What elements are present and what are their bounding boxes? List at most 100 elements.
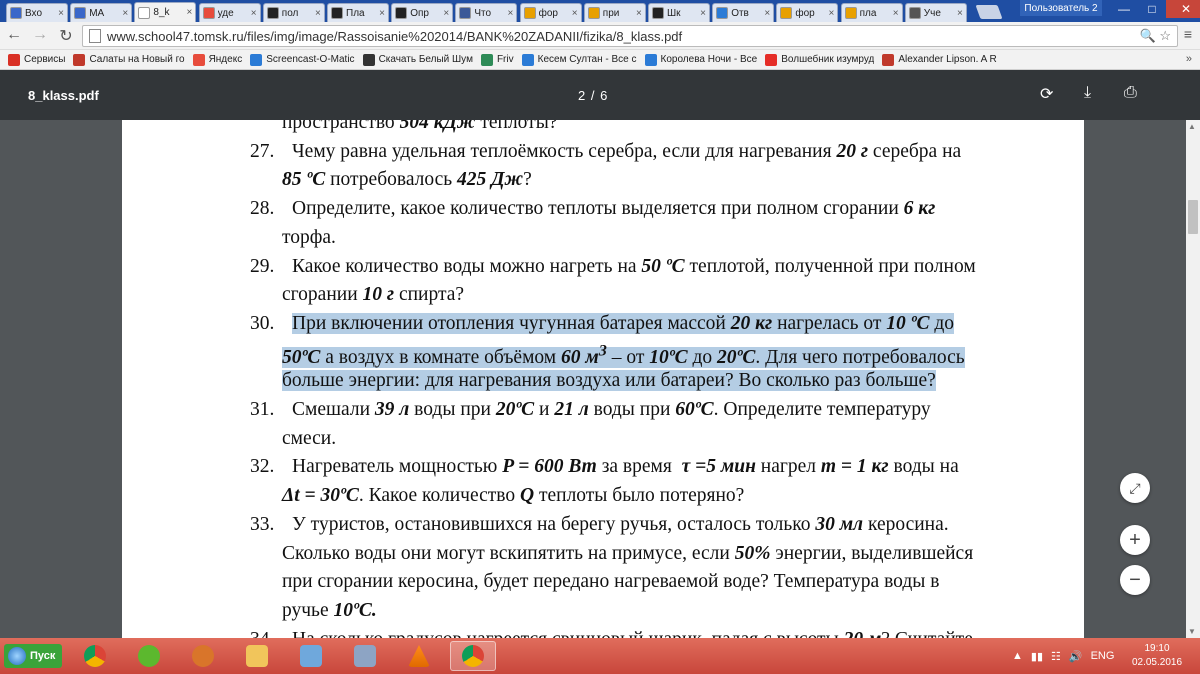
browser-tab[interactable]: Отв × <box>712 3 775 22</box>
pdf-text-line: 85 ºС потребовалось 425 Дж? <box>282 169 532 191</box>
browser-tab[interactable]: Вхо × <box>6 3 68 22</box>
bookmark-item[interactable]: Яндекс <box>192 53 243 66</box>
user-profile-button[interactable]: Пользователь 2 <box>1020 0 1102 16</box>
print-icon[interactable]: ⎙ <box>1124 84 1137 102</box>
browser-tab[interactable]: пол × <box>262 3 325 22</box>
tab-favicon-icon <box>138 6 151 19</box>
address-bar[interactable]: www.school47.tomsk.ru/files/img/image/Ra… <box>82 25 1178 47</box>
browser-tab[interactable]: Опр × <box>391 3 454 22</box>
browser-tab[interactable]: при × <box>583 3 646 22</box>
bookmark-item[interactable]: Alexander Lipson. A R <box>882 53 997 66</box>
tab-close-icon[interactable]: × <box>957 8 963 19</box>
tab-close-icon[interactable]: × <box>636 8 642 19</box>
browser-tab[interactable]: уде × <box>198 3 261 22</box>
tab-close-icon[interactable]: × <box>58 8 64 19</box>
explorer-taskbar-icon[interactable] <box>234 641 280 671</box>
scroll-thumb[interactable] <box>1188 200 1198 234</box>
app-taskbar-icon[interactable] <box>180 641 226 671</box>
browser-tab[interactable]: Шк × <box>648 3 710 22</box>
forward-arrow-icon[interactable]: → <box>30 26 50 44</box>
browser-tab[interactable]: МА × <box>70 3 133 22</box>
pdf-viewer[interactable]: пространство 504 кДж теплоты? 27. Чему рав… <box>0 120 1200 638</box>
bookmark-item[interactable]: Волшебник изумруд <box>765 53 874 66</box>
menu-icon[interactable]: ≡ <box>1178 26 1198 42</box>
fit-page-button[interactable]: ⤢ <box>1120 473 1150 503</box>
tab-close-icon[interactable]: × <box>764 8 770 19</box>
back-arrow-icon[interactable]: ← <box>4 26 24 44</box>
tab-favicon-icon <box>459 7 472 19</box>
bookmark-item[interactable]: Скачать Белый Шум <box>362 53 473 66</box>
tab-label: Уче <box>923 7 941 19</box>
tab-close-icon[interactable]: × <box>443 8 449 19</box>
browser-tab[interactable]: Что × <box>455 3 518 22</box>
chrome-active-taskbar-icon[interactable] <box>450 641 496 671</box>
start-button[interactable]: Пуск <box>4 644 62 668</box>
start-label: Пуск <box>30 650 56 662</box>
bookmarks-bar: Сервисы Салаты на Новый го Яндекс Screencas… <box>0 50 1200 70</box>
tab-favicon-icon <box>716 7 729 19</box>
page-icon <box>89 29 101 43</box>
zoom-in-button[interactable]: + <box>1120 525 1150 555</box>
paint-taskbar-icon[interactable] <box>288 641 334 671</box>
clock-date: 02.05.2016 <box>1131 657 1183 668</box>
tab-close-icon[interactable]: × <box>893 8 899 19</box>
bookmark-label: Скачать Белый Шум <box>378 54 473 65</box>
tab-close-icon[interactable]: × <box>379 8 385 19</box>
clock[interactable]: 19:10 02.05.2016 <box>1122 642 1192 670</box>
zoom-out-button[interactable]: − <box>1120 565 1150 595</box>
question-number: 28. <box>250 198 275 220</box>
tray-arrow-icon[interactable]: ▲ <box>1012 650 1023 662</box>
signal-icon[interactable]: ▮▮ <box>1031 650 1043 663</box>
pdf-text-line: сгорании 10 г спирта? <box>282 284 465 306</box>
icq-taskbar-icon[interactable] <box>126 641 172 671</box>
vlc-taskbar-icon[interactable] <box>396 641 442 671</box>
network-icon[interactable]: ☷ <box>1051 650 1061 663</box>
close-window-icon[interactable]: ✕ <box>1166 0 1200 18</box>
tab-close-icon[interactable]: × <box>700 8 706 19</box>
scroll-down-icon[interactable]: ▼ <box>1188 627 1196 636</box>
calculator-taskbar-icon[interactable] <box>342 641 388 671</box>
more-bookmarks-icon[interactable]: » <box>1186 53 1192 65</box>
bookmark-item[interactable]: Салаты на Новый го <box>73 53 185 66</box>
tab-close-icon[interactable]: × <box>251 8 257 19</box>
tab-close-icon[interactable]: × <box>187 7 193 18</box>
bookmark-label: Screencast-O-Matic <box>266 54 355 65</box>
bookmark-label: Яндекс <box>208 54 243 65</box>
pdf-text-line: При включении отопления чугунная батарея… <box>292 312 955 334</box>
browser-tab[interactable]: Пла × <box>327 3 389 22</box>
browser-tab[interactable]: 8_k × <box>134 2 197 22</box>
tab-close-icon[interactable]: × <box>572 8 578 19</box>
tab-close-icon[interactable]: × <box>829 8 835 19</box>
bookmark-item[interactable]: Screencast-O-Matic <box>250 53 355 66</box>
bookmark-item[interactable]: Сервисы <box>8 53 65 66</box>
bookmark-label: Кесем Султан - Все с <box>537 54 637 65</box>
language-indicator[interactable]: ENG <box>1091 650 1115 662</box>
rotate-icon[interactable]: ⟳ <box>1040 84 1053 104</box>
scroll-up-icon[interactable]: ▲ <box>1188 122 1196 131</box>
tab-favicon-icon <box>331 7 343 19</box>
bookmark-favicon-icon <box>644 53 657 66</box>
reload-icon[interactable]: ↻ <box>56 26 76 46</box>
tab-close-icon[interactable]: × <box>315 8 321 19</box>
browser-tab[interactable]: Уче × <box>904 3 967 22</box>
pdf-title: 8_klass.pdf <box>28 88 99 103</box>
minimize-icon[interactable]: — <box>1110 0 1138 18</box>
pdf-text-line: больше энергии: для нагревания воздуха и… <box>282 370 936 392</box>
vertical-scrollbar[interactable]: ▲ ▼ <box>1186 120 1200 638</box>
new-tab-button[interactable] <box>975 5 1003 19</box>
chrome-taskbar-icon[interactable] <box>72 641 118 671</box>
tab-close-icon[interactable]: × <box>508 8 514 19</box>
browser-tab[interactable]: фор × <box>776 3 839 22</box>
tab-close-icon[interactable]: × <box>122 8 128 19</box>
volume-icon[interactable]: 🔊​ <box>1069 650 1083 663</box>
browser-tab[interactable]: фор × <box>519 3 582 22</box>
browser-tab[interactable]: пла × <box>840 3 903 22</box>
maximize-icon[interactable]: □ <box>1138 0 1166 18</box>
zoom-and-star-icons[interactable]: 🔍​ ☆ <box>1140 28 1171 44</box>
bookmark-item[interactable]: Королева Ночи - Все <box>644 53 757 66</box>
bookmark-item[interactable]: Friv <box>480 53 514 66</box>
download-icon[interactable]: ⤓ <box>1084 84 1091 102</box>
tab-favicon-icon <box>844 7 857 19</box>
tab-strip: Вхо × МА × 8_k × уде × пол × Пла × Опр × Что × фор × при × Ш… <box>0 0 1200 22</box>
bookmark-item[interactable]: Кесем Султан - Все с <box>521 53 637 66</box>
